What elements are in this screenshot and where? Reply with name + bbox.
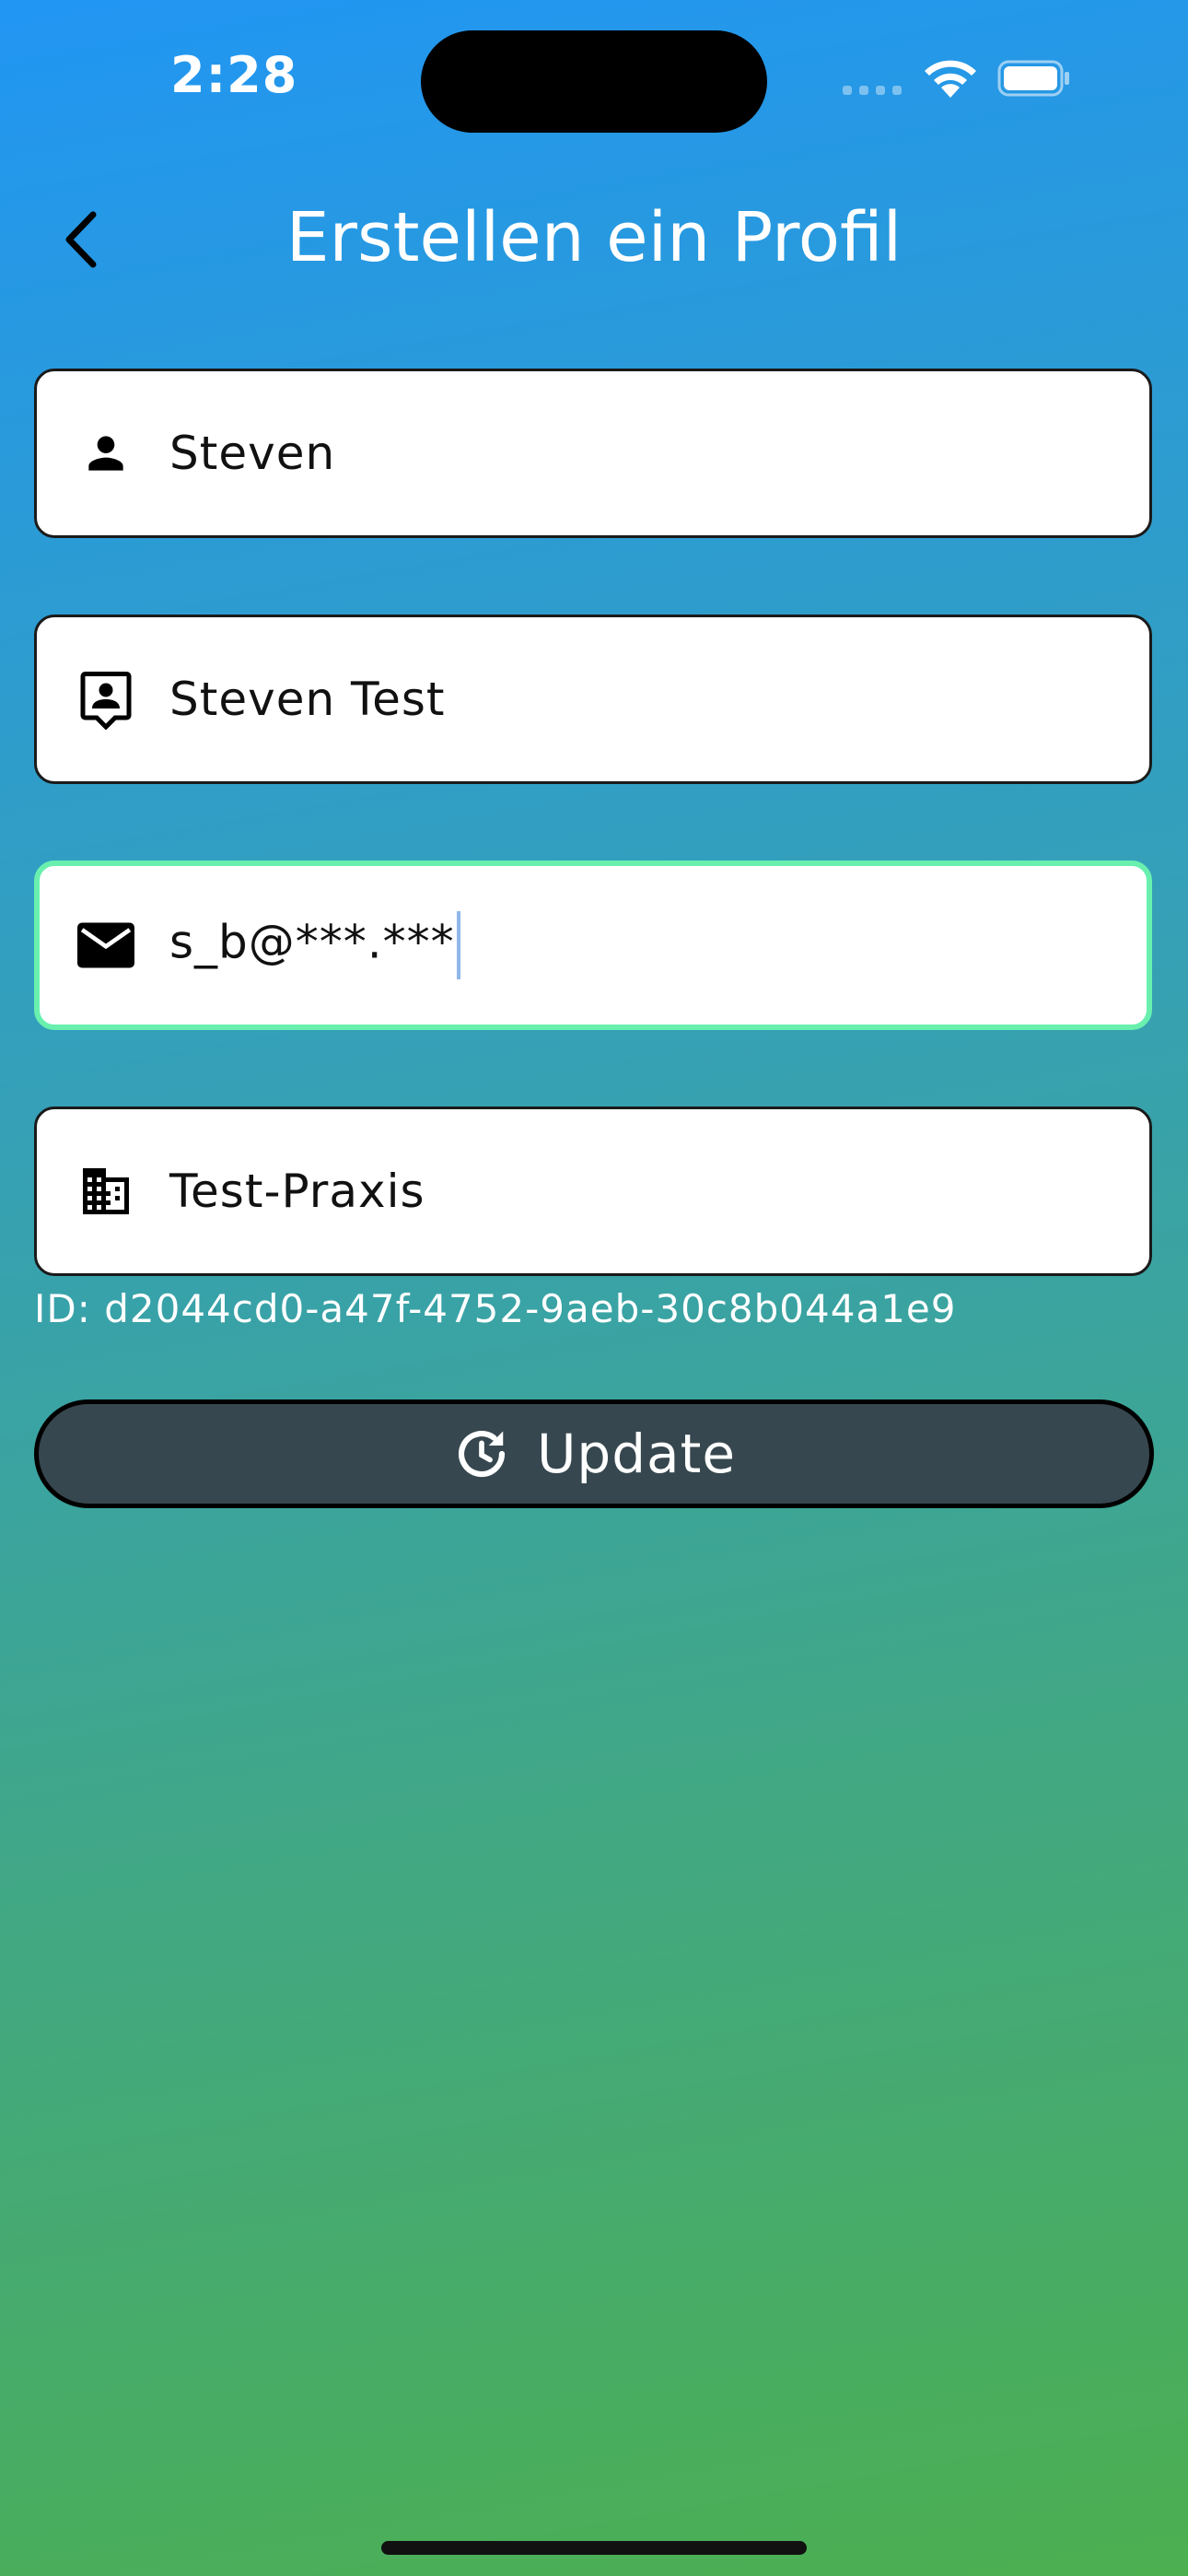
page-title: Erstellen ein Profil xyxy=(285,198,903,277)
profile-id: ID: d2044cd0-a47f-4752-9aeb-30c8b044a1e9 xyxy=(34,1286,957,1331)
battery-icon xyxy=(997,59,1071,98)
practice-field[interactable]: Test-Praxis xyxy=(34,1107,1152,1276)
dynamic-island xyxy=(421,30,767,133)
update-icon xyxy=(452,1424,511,1483)
practice-value: Test-Praxis xyxy=(169,1165,425,1218)
email-field[interactable]: s_b@***.*** xyxy=(34,861,1152,1030)
status-time: 2:28 xyxy=(170,46,298,104)
update-button-label: Update xyxy=(536,1423,737,1485)
text-cursor xyxy=(456,911,460,979)
first-name-field[interactable]: Steven xyxy=(34,369,1152,538)
person-icon xyxy=(74,421,138,486)
business-icon xyxy=(74,1159,138,1224)
wifi-icon xyxy=(921,57,980,100)
mail-icon xyxy=(74,913,138,978)
update-button[interactable]: Update xyxy=(34,1399,1154,1508)
email-text: s_b@***.*** xyxy=(169,915,455,969)
first-name-value: Steven xyxy=(169,427,336,480)
home-indicator[interactable] xyxy=(381,2541,807,2555)
email-value: s_b@***.*** xyxy=(169,911,460,979)
contact-card-icon xyxy=(74,667,138,732)
full-name-field[interactable]: Steven Test xyxy=(34,615,1152,784)
full-name-value: Steven Test xyxy=(169,673,446,726)
cellular-signal-icon xyxy=(843,86,902,97)
